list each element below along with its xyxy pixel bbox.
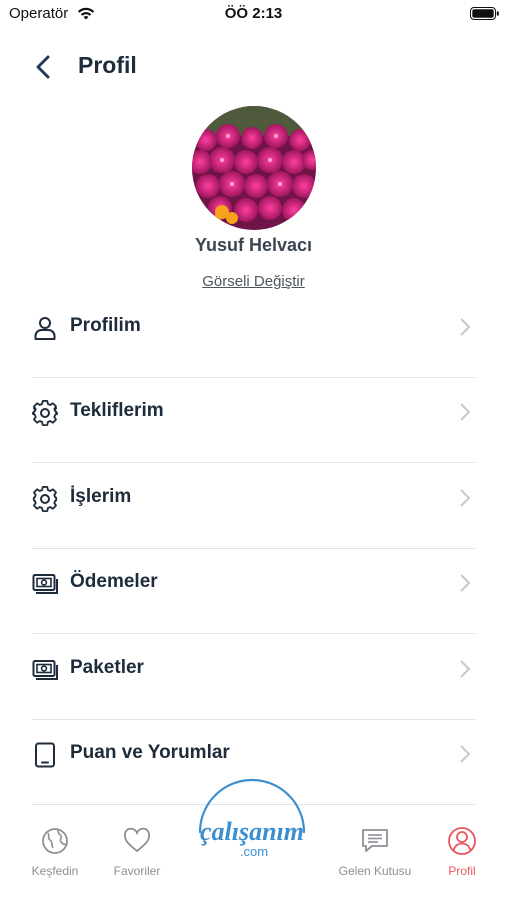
tab-favoriler[interactable]: Favoriler [92, 826, 182, 896]
page-title: Profil [78, 52, 137, 78]
chevron-right-icon [460, 660, 471, 678]
menu-item-profilim[interactable]: Profilim [32, 293, 475, 378]
menu-item-islerim[interactable]: İşlerim [32, 464, 475, 549]
menu-item-label: Puan ve Yorumlar [70, 742, 230, 763]
tab-kesfedin[interactable]: Keşfedin [10, 826, 100, 896]
chevron-right-icon [460, 318, 471, 336]
avatar-photo [192, 106, 316, 230]
tab-label: Favoriler [113, 864, 161, 878]
status-bar: Operatör ÖÖ 2:13 [0, 0, 507, 28]
user-icon [34, 317, 56, 340]
divider [32, 462, 475, 463]
chevron-right-icon [460, 403, 471, 421]
chevron-right-icon [460, 489, 471, 507]
gear-icon [32, 400, 58, 426]
gear-icon [32, 486, 58, 512]
logo-domain: .com [240, 844, 268, 859]
status-time: ÖÖ 2:13 [224, 5, 283, 22]
avatar[interactable] [192, 106, 316, 230]
menu-item-odemeler[interactable]: Ödemeler [32, 549, 475, 634]
money-icon [32, 660, 58, 680]
calisanim-logo[interactable]: çalışanım .com [192, 776, 312, 868]
divider [32, 633, 475, 634]
battery-icon [470, 7, 499, 20]
tab-label: Gelen Kutusu [338, 864, 412, 878]
logo-text: çalışanım [200, 817, 304, 846]
menu-item-label: Paketler [70, 657, 144, 678]
money-icon [32, 574, 58, 594]
back-arrow-icon[interactable] [30, 53, 58, 81]
menu-item-paketler[interactable]: Paketler [32, 635, 475, 720]
chevron-right-icon [460, 745, 471, 763]
tab-label: Keşfedin [31, 864, 79, 878]
tablet-icon [35, 742, 55, 768]
menu-item-label: İşlerim [70, 486, 132, 507]
message-icon [362, 829, 388, 852]
menu-item-label: Tekliflerim [70, 400, 164, 421]
tab-gelen-kutusu[interactable]: Gelen Kutusu [330, 826, 420, 896]
profile-name: Yusuf Helvacı [194, 235, 313, 255]
heart-icon [124, 827, 150, 852]
menu-item-label: Profilim [70, 315, 141, 336]
tab-profil[interactable]: Profil [417, 826, 507, 896]
menu-item-tekliflerim[interactable]: Tekliflerim [32, 378, 475, 463]
profile-icon [448, 827, 476, 855]
tab-label: Profil [448, 864, 476, 878]
change-photo-link[interactable]: Görseli Değiştir [202, 273, 305, 290]
menu-item-label: Ödemeler [70, 571, 158, 592]
globe-icon [42, 828, 68, 854]
chevron-right-icon [460, 574, 471, 592]
